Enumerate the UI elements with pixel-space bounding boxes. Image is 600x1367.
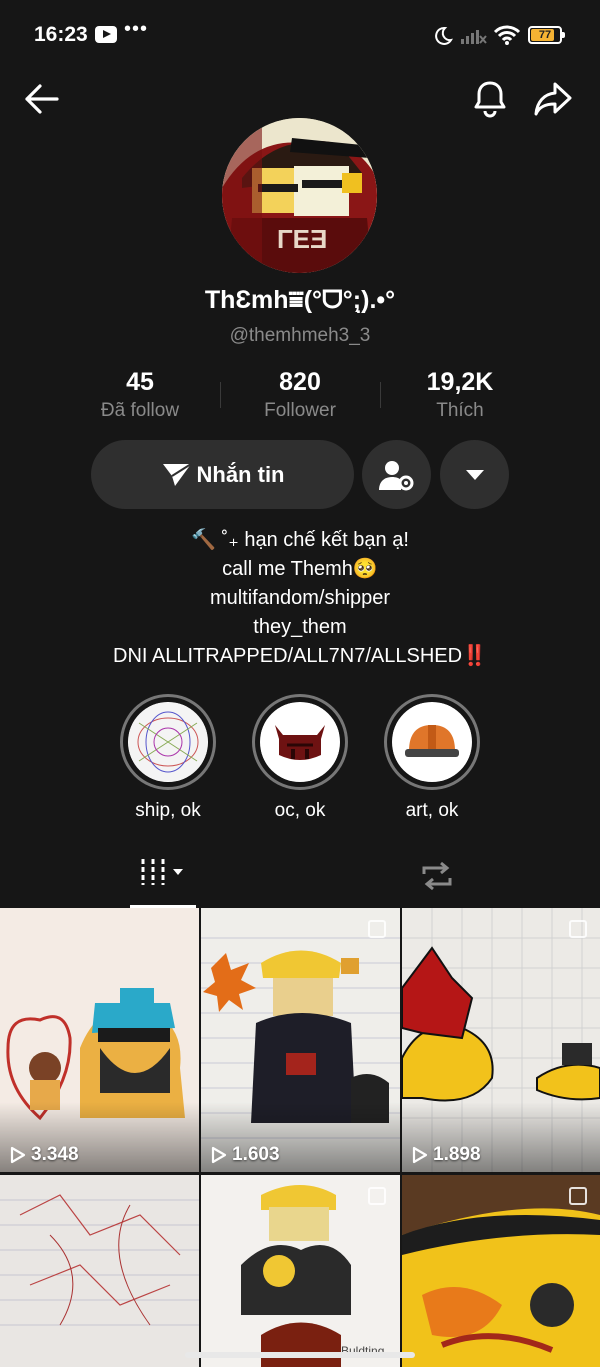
highlight-cover-ship <box>128 702 208 782</box>
bio-line: multifandom/shipper <box>209 587 391 609</box>
back-arrow-icon[interactable] <box>22 82 60 116</box>
battery-level: 77 <box>538 29 552 41</box>
video-thumbnail[interactable] <box>0 1175 199 1367</box>
video-thumbnail[interactable] <box>402 1175 600 1367</box>
video-thumbnail[interactable]: 1.603 <box>201 908 400 1172</box>
view-count-value: 1.898 <box>433 1144 481 1165</box>
content-tabs <box>0 846 600 908</box>
view-count: 1.603 <box>211 1144 280 1166</box>
video-thumbnail[interactable]: 1.898 <box>402 908 600 1172</box>
select-icon <box>368 920 386 938</box>
select-icon <box>569 1187 587 1205</box>
svg-text:ΓΕƎ: ΓΕƎ <box>277 224 327 254</box>
bio-line: 🔨 ˚₊ hạn chế kết bạn ạ! <box>191 529 409 551</box>
highlight-label: oc, ok <box>274 800 326 821</box>
share-icon[interactable] <box>533 80 573 118</box>
status-bar: 16:23 ••• 77 <box>0 0 600 70</box>
stat-value: 19,2K <box>426 368 494 396</box>
view-count: 3.348 <box>10 1144 79 1166</box>
wifi-icon <box>493 25 521 45</box>
status-time: 16:23 <box>34 23 88 46</box>
repost-icon[interactable] <box>418 858 456 894</box>
bio-line: DNI ALLITRAPPED/ALL7N7/ALLSHED‼️ <box>113 645 487 667</box>
view-count-value: 1.603 <box>232 1144 280 1165</box>
highlight-oc[interactable]: oc, ok <box>235 694 365 822</box>
view-count: 1.898 <box>412 1144 481 1166</box>
stat-label: Follower <box>264 400 336 421</box>
profile-bio: 🔨 ˚₊ hạn chế kết bạn ạ! call me Themh🥺 m… <box>0 526 600 671</box>
more-options-button[interactable] <box>440 440 509 509</box>
stat-value: 45 <box>126 368 154 396</box>
stat-likes[interactable]: 19,2K Thích <box>380 366 540 426</box>
battery-icon: 77 <box>528 26 565 44</box>
video-grid: 3.348 1.603 1.898 Buldting <box>0 908 600 1367</box>
highlight-ship[interactable]: ship, ok <box>103 694 233 822</box>
highlight-label: art, ok <box>405 800 459 821</box>
play-icon <box>211 1146 227 1164</box>
select-icon <box>569 920 587 938</box>
home-indicator[interactable] <box>185 1352 415 1358</box>
play-icon <box>10 1146 26 1164</box>
display-name: ThƐmh⩸(°ᗜ°;̤).•° <box>204 286 396 314</box>
select-icon <box>368 1187 386 1205</box>
youtube-icon <box>95 26 117 43</box>
tab-videos[interactable] <box>130 856 196 908</box>
story-highlights: ship, ok oc, ok art, ok <box>0 694 600 834</box>
view-count-value: 3.348 <box>31 1144 79 1165</box>
highlight-label: ship, ok <box>135 800 201 821</box>
bell-icon[interactable] <box>472 80 508 118</box>
highlight-cover-art <box>392 702 472 782</box>
play-icon <box>412 1146 428 1164</box>
stat-label: Đã follow <box>100 400 180 421</box>
friend-settings-button[interactable] <box>362 440 431 509</box>
message-button[interactable]: Nhắn tin <box>91 440 354 509</box>
message-button-label: Nhắn tin <box>196 461 285 487</box>
moon-icon <box>435 26 453 45</box>
caret-down-icon <box>465 469 484 480</box>
send-icon <box>162 462 192 486</box>
video-thumbnail[interactable]: Buldting <box>201 1175 400 1367</box>
signal-icon <box>461 30 487 44</box>
stat-value: 820 <box>279 368 321 396</box>
profile-stats: 45 Đã follow 820 Follower 19,2K Thích <box>60 366 540 426</box>
stat-followers[interactable]: 820 Follower <box>220 366 380 426</box>
highlight-art[interactable]: art, ok <box>367 694 497 822</box>
bio-line: call me Themh🥺 <box>222 558 378 580</box>
stat-following[interactable]: 45 Đã follow <box>60 366 220 426</box>
videos-grid-icon <box>141 859 183 885</box>
video-thumbnail[interactable]: 3.348 <box>0 908 199 1172</box>
bio-line: they_them <box>253 616 347 638</box>
avatar[interactable]: ΓΕƎ <box>222 118 377 273</box>
username: @themhmeh3_3 <box>229 325 371 346</box>
more-notifications-icon: ••• <box>124 18 149 40</box>
highlight-cover-oc <box>260 702 340 782</box>
person-gear-icon <box>378 460 413 490</box>
stat-label: Thích <box>436 400 484 421</box>
